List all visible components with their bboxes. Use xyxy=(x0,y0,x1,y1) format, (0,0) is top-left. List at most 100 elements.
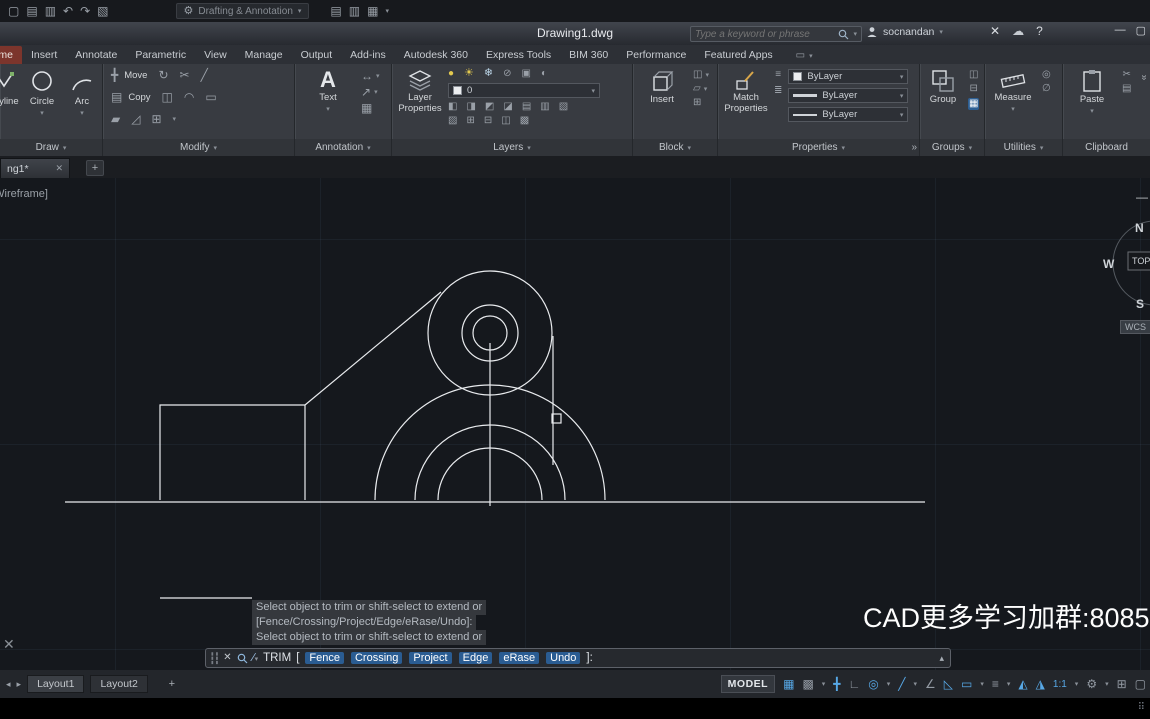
new-file-icon[interactable]: ▢ xyxy=(8,5,19,17)
layer-thaw-icon[interactable]: ☀ xyxy=(464,68,474,79)
qat-more-icon[interactable]: ▾ xyxy=(385,7,389,15)
grid-icon[interactable]: ▦ xyxy=(783,678,794,690)
panel-overflow-icon[interactable]: » xyxy=(911,142,917,153)
layer-dropdown[interactable]: 0 ▾ xyxy=(448,83,600,98)
panel-label-draw[interactable]: Draw ▾ xyxy=(0,139,102,156)
wcs-selector[interactable]: WCS ▾ xyxy=(1120,320,1150,334)
drawing-canvas[interactable]: [2D Wireframe] — N W S TOP WCS xyxy=(0,178,1150,670)
option-erase[interactable]: eRase xyxy=(499,652,540,664)
scale-icon[interactable]: ◿ xyxy=(131,113,140,125)
layout-next-icon[interactable]: ▸ xyxy=(17,679,22,689)
mirror-icon[interactable]: ◫ xyxy=(162,91,173,103)
plot-icon[interactable]: ▧ xyxy=(97,5,108,17)
qat-doc-icon-1[interactable]: ▤ xyxy=(330,5,341,17)
new-layout-button[interactable]: + xyxy=(164,678,180,690)
group-button[interactable]: Group xyxy=(924,64,962,139)
layer-tool-10-icon[interactable]: ⊟ xyxy=(484,116,492,126)
edit-attributes-icon[interactable]: ▱ xyxy=(693,84,701,94)
close-tab-icon[interactable]: ✕ xyxy=(55,164,63,173)
copy-icon[interactable]: ▤ xyxy=(111,91,122,103)
redo-icon[interactable]: ↷ xyxy=(80,5,90,17)
command-line[interactable]: ┇┇ ✕ ∕▾ TRIM [ Fence Crossing Project Ed… xyxy=(205,648,951,668)
workspace-gear-icon[interactable]: ⚙ xyxy=(1086,678,1097,690)
insert-button[interactable]: Insert xyxy=(639,64,685,139)
group-selection-icon[interactable]: ▦ xyxy=(968,98,980,110)
layer-tool-8-icon[interactable]: ▨ xyxy=(448,116,457,126)
group-edit-icon[interactable]: ⊟ xyxy=(968,84,979,94)
tab-home[interactable]: Home xyxy=(0,46,23,64)
cut-icon[interactable]: ✂ xyxy=(1122,70,1131,80)
file-tab-drawing1[interactable]: ng1* ✕ xyxy=(0,158,70,178)
qat-doc-icon-3[interactable]: ▦ xyxy=(367,5,378,17)
layer-lock-icon[interactable]: ⊘ xyxy=(503,68,511,79)
layer-tool-7-icon[interactable]: ▧ xyxy=(559,102,568,112)
layout-prev-icon[interactable]: ◂ xyxy=(6,679,11,689)
fillet-icon[interactable]: ◠ xyxy=(184,91,194,103)
ortho-icon[interactable]: ∟ xyxy=(849,678,861,690)
ribbon-display-icon[interactable]: ▭ xyxy=(796,51,805,61)
tab-bim360[interactable]: BIM 360 xyxy=(560,46,617,64)
annotation-visibility-icon[interactable]: ◭ xyxy=(1018,678,1027,690)
panel-label-utilities[interactable]: Utilities ▾ xyxy=(985,139,1062,156)
osnap-icon[interactable]: ╱ xyxy=(898,678,905,690)
panel-label-layers[interactable]: Layers ▾ xyxy=(392,139,632,156)
tab-express-tools[interactable]: Express Tools xyxy=(477,46,560,64)
option-edge[interactable]: Edge xyxy=(458,652,493,664)
new-drawing-button[interactable]: + xyxy=(86,160,104,176)
panel-label-clipboard[interactable]: Clipboard xyxy=(1063,139,1150,156)
lineweight-dropdown[interactable]: ByLayer ▾ xyxy=(788,88,909,103)
layer-tool-6-icon[interactable]: ▥ xyxy=(540,102,549,112)
panel-label-annotation[interactable]: Annotation ▾ xyxy=(295,139,391,156)
extend-icon[interactable]: ╱ xyxy=(201,69,208,81)
move-label[interactable]: Move xyxy=(124,70,147,81)
tab-annotate[interactable]: Annotate xyxy=(66,46,126,64)
copy-label[interactable]: Copy xyxy=(128,92,150,103)
layer-tool-9-icon[interactable]: ⊞ xyxy=(466,116,474,126)
layer-tool-11-icon[interactable]: ◫ xyxy=(501,116,510,126)
tab-parametric[interactable]: Parametric xyxy=(126,46,195,64)
selection-cycling-icon[interactable]: ≡ xyxy=(992,678,999,690)
help-search-box[interactable]: ▾ xyxy=(690,26,862,42)
linetype-dropdown[interactable]: ByLayer ▾ xyxy=(788,107,909,122)
layer-tool-4-icon[interactable]: ◪ xyxy=(503,102,512,112)
search-icon[interactable] xyxy=(838,29,849,40)
snap-mode-icon[interactable]: ▩ xyxy=(802,678,813,690)
tab-insert[interactable]: Insert xyxy=(22,46,66,64)
tab-featured-apps[interactable]: Featured Apps xyxy=(695,46,781,64)
quick-select-icon[interactable]: ◎ xyxy=(1042,70,1051,80)
layer-tool-5-icon[interactable]: ▤ xyxy=(522,102,531,112)
tab-output[interactable]: Output xyxy=(292,46,342,64)
array-icon[interactable]: ⊞ xyxy=(151,113,161,125)
ribbon-display-caret-icon[interactable]: ▾ xyxy=(809,52,813,60)
recent-commands-icon[interactable] xyxy=(237,653,248,664)
commandline-grip[interactable]: ┇┇ xyxy=(209,652,220,665)
option-undo[interactable]: Undo xyxy=(546,652,581,664)
layer-tool-12-icon[interactable]: ▩ xyxy=(520,116,529,126)
qat-doc-icon-2[interactable]: ▥ xyxy=(349,5,360,17)
trim-icon[interactable]: ✂ xyxy=(180,69,190,81)
search-options-icon[interactable]: ▾ xyxy=(853,30,857,38)
layer-tool-2-icon[interactable]: ◨ xyxy=(466,102,475,112)
polar-tracking-icon[interactable]: ◎ xyxy=(868,678,878,690)
erase-icon[interactable]: ▰ xyxy=(111,113,120,125)
option-project[interactable]: Project xyxy=(409,652,452,664)
save-icon[interactable]: ▥ xyxy=(45,5,56,17)
paste-button[interactable]: Paste ▾ xyxy=(1069,64,1115,139)
tab-addins[interactable]: Add-ins xyxy=(341,46,395,64)
ribbon-collapse-icon[interactable]: » xyxy=(1139,75,1150,81)
layer-properties-button[interactable]: Layer Properties xyxy=(398,64,442,139)
history-expand-icon[interactable]: ▴ xyxy=(939,653,944,664)
panel-label-block[interactable]: Block ▾ xyxy=(633,139,717,156)
osnap-tracking-icon[interactable]: ∠ xyxy=(925,678,936,690)
layer-plot-icon[interactable]: ◐ xyxy=(541,68,547,79)
layout2-tab[interactable]: Layout2 xyxy=(90,675,148,693)
open-file-icon[interactable]: ▤ xyxy=(26,5,37,17)
exchange-apps-icon[interactable]: ✕ xyxy=(990,25,1000,37)
isolate-objects-icon[interactable]: ▢ xyxy=(1135,678,1146,690)
dimension-icon[interactable]: ↔ xyxy=(361,70,373,82)
panel-label-groups[interactable]: Groups ▾ xyxy=(920,139,984,156)
properties-lines-icon[interactable]: ≣ xyxy=(774,86,782,96)
measure-button[interactable]: Measure ▾ xyxy=(991,64,1035,139)
option-crossing[interactable]: Crossing xyxy=(350,652,403,664)
panel-label-properties[interactable]: Properties ▾ » xyxy=(718,139,919,156)
